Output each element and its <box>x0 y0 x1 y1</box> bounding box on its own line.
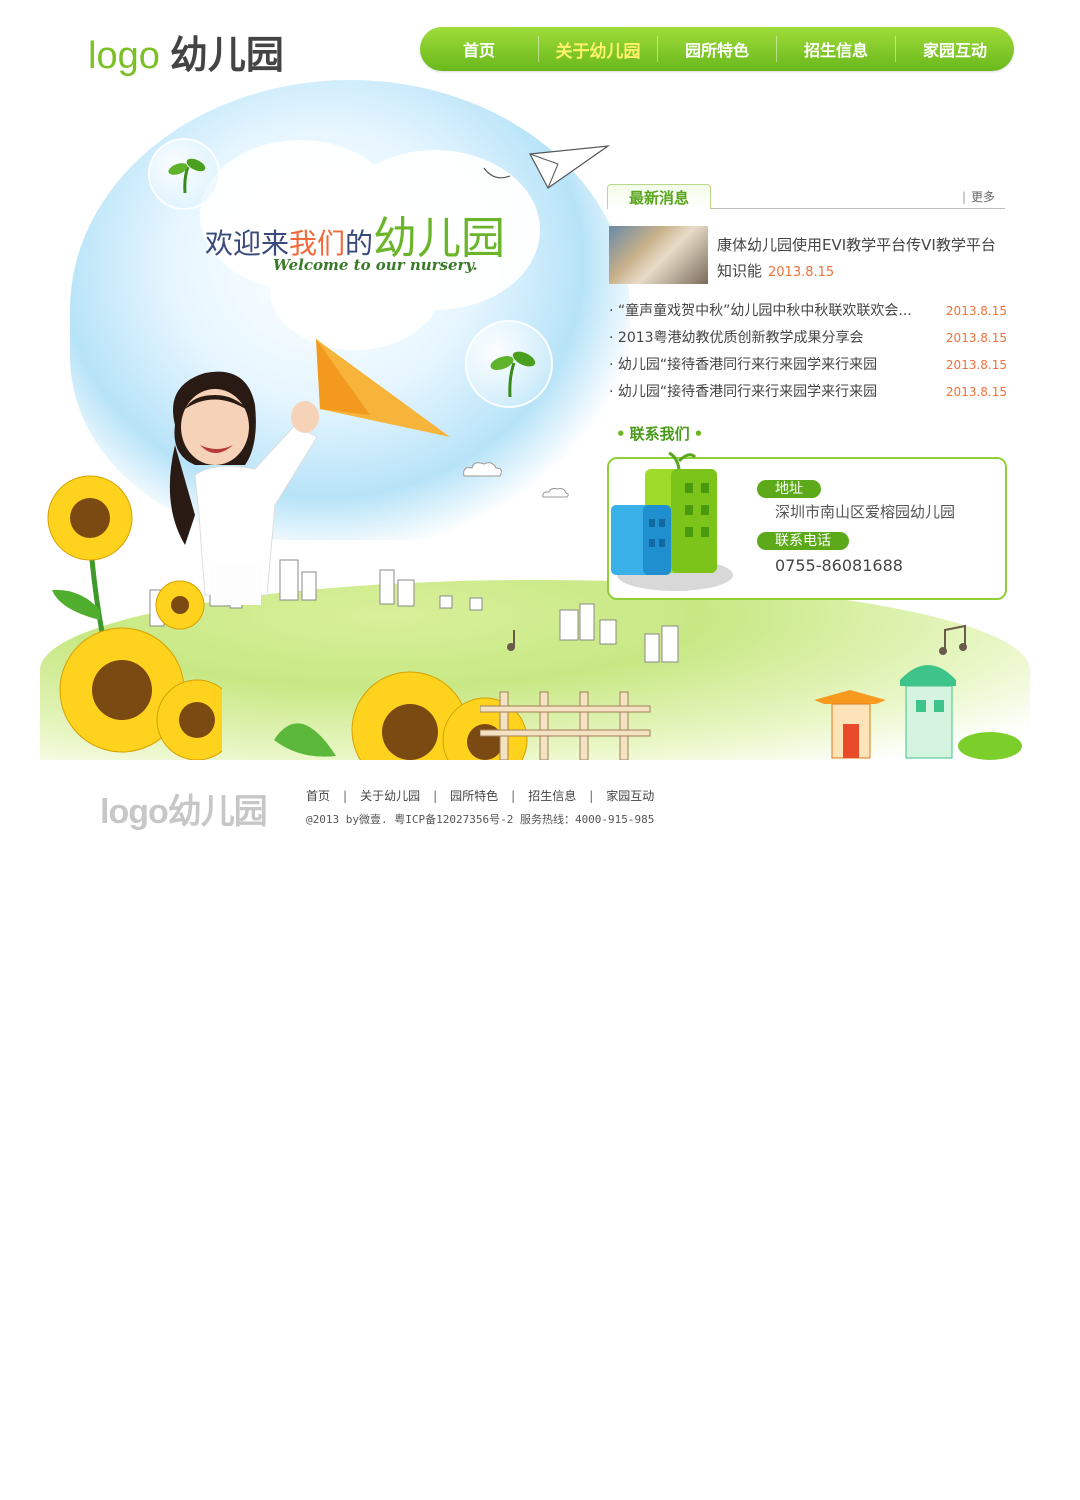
nav-item-interaction[interactable]: 家园互动 <box>896 37 1014 61</box>
leaf-icon <box>274 723 336 757</box>
news-item-date: 2013.8.15 <box>945 304 1007 318</box>
contact-card: 地址 深圳市南山区爱榕园幼儿园 联系电话 0755-86081688 <box>607 451 1007 600</box>
buildings-icon <box>611 451 733 591</box>
address-value: 深圳市南山区爱榕园幼儿园 <box>775 503 956 521</box>
fence-icon <box>480 691 651 760</box>
news-list: “童声童戏贺中秋”幼儿园中秋中秋联欢联欢会... 2013.8.15 2013粤港… <box>609 298 1007 406</box>
paper-plane-icon <box>483 145 610 189</box>
girl-with-plane-illustration <box>169 371 319 605</box>
nav-item-features[interactable]: 园所特色 <box>658 37 776 61</box>
contact-heading: • 联系我们 • <box>612 423 707 444</box>
footer-link-about[interactable]: 关于幼儿园 <box>360 789 420 803</box>
news-panel: 最新消息 更多 康体幼儿园使用EVI教学平台传VI教学平台知识能2013.8.1… <box>607 180 1007 400</box>
welcome-subtitle: Welcome to our nursery. <box>273 256 478 274</box>
footer-link-home[interactable]: 首页 <box>306 789 330 803</box>
sunflower-icon <box>59 627 222 760</box>
news-item[interactable]: 幼儿园“接待香港同行来行来园学来行来园 2013.8.15 <box>609 379 1007 406</box>
bullet-icon: • <box>693 425 704 443</box>
nav-item-about[interactable]: 关于幼儿园 <box>539 37 657 62</box>
footer-logo[interactable]: logo幼儿园 <box>100 784 268 833</box>
logo-name: 幼儿园 <box>169 33 284 77</box>
news-item-title[interactable]: “童声童戏贺中秋”幼儿园中秋中秋联欢联欢会... <box>609 298 912 325</box>
small-cloud-icon <box>463 462 502 477</box>
contact-heading-text: 联系我们 <box>629 425 690 443</box>
phone-label: 联系电话 <box>757 532 849 550</box>
news-item[interactable]: 幼儿园“接待香港同行来行来园学来行来园 2013.8.15 <box>609 352 1007 379</box>
news-item[interactable]: “童声童戏贺中秋”幼儿园中秋中秋联欢联欢会... 2013.8.15 <box>609 298 1007 325</box>
site-logo[interactable]: logo 幼儿园 <box>88 24 284 77</box>
footer-link-features[interactable]: 园所特色 <box>450 789 498 803</box>
news-item-date: 2013.8.15 <box>945 385 1007 399</box>
sunflower-icon <box>155 580 205 630</box>
featured-news-title-text[interactable]: 康体幼儿园使用EVI教学平台传VI教学平台知识能 <box>717 236 996 280</box>
sprout-icon <box>168 158 206 194</box>
footer-separator: | <box>343 789 348 803</box>
music-note-icon <box>507 630 515 651</box>
address-label: 地址 <box>757 480 821 498</box>
footer-separator: | <box>433 789 438 803</box>
footer-nav: 首页 | 关于幼儿园 | 园所特色 | 招生信息 | 家园互动 <box>306 787 654 804</box>
featured-news-thumbnail[interactable] <box>609 226 708 284</box>
nav-item-home[interactable]: 首页 <box>420 37 538 61</box>
footer-separator: | <box>589 789 594 803</box>
news-item-date: 2013.8.15 <box>945 331 1007 345</box>
more-link[interactable]: 更多 <box>962 188 995 205</box>
featured-news-date: 2013.8.15 <box>768 265 835 280</box>
small-cloud-icon <box>542 487 569 498</box>
nav-item-admissions[interactable]: 招生信息 <box>777 37 895 61</box>
news-item-title[interactable]: 幼儿园“接待香港同行来行来园学来行来园 <box>609 352 877 379</box>
footer-link-interaction[interactable]: 家园互动 <box>606 789 654 803</box>
copyright-text: @2013 by微壹. 粤ICP备12027356号-2 服务热线：4000-9… <box>306 813 655 826</box>
cartoon-houses-icon <box>814 665 1022 760</box>
news-tab[interactable]: 最新消息 <box>607 184 711 209</box>
page: logo 幼儿园 首页 关于幼儿园 园所特色 招生信息 家园互动 欢迎来我们的幼… <box>0 0 1080 1500</box>
news-item-title[interactable]: 2013粤港幼教优质创新教学成果分享会 <box>609 325 864 352</box>
news-item[interactable]: 2013粤港幼教优质创新教学成果分享会 2013.8.15 <box>609 325 1007 352</box>
main-nav: 首页 关于幼儿园 园所特色 招生信息 家园互动 <box>420 27 1014 71</box>
featured-news[interactable]: 康体幼儿园使用EVI教学平台传VI教学平台知识能 2013.8.15 <box>609 226 1005 286</box>
footer-link-admissions[interactable]: 招生信息 <box>528 789 576 803</box>
news-header: 最新消息 更多 <box>607 180 1005 209</box>
bullet-icon: • <box>616 425 626 443</box>
footer-separator: | <box>511 789 516 803</box>
phone-value[interactable]: 0755-86081688 <box>775 556 903 575</box>
music-note-icon <box>939 624 967 655</box>
logo-prefix: logo <box>88 35 160 77</box>
news-item-title[interactable]: 幼儿园“接待香港同行来行来园学来行来园 <box>609 379 877 406</box>
featured-news-title[interactable]: 康体幼儿园使用EVI教学平台传VI教学平台知识能 2013.8.15 <box>717 232 1007 286</box>
sprout-icon <box>490 351 536 398</box>
news-item-date: 2013.8.15 <box>945 358 1007 372</box>
